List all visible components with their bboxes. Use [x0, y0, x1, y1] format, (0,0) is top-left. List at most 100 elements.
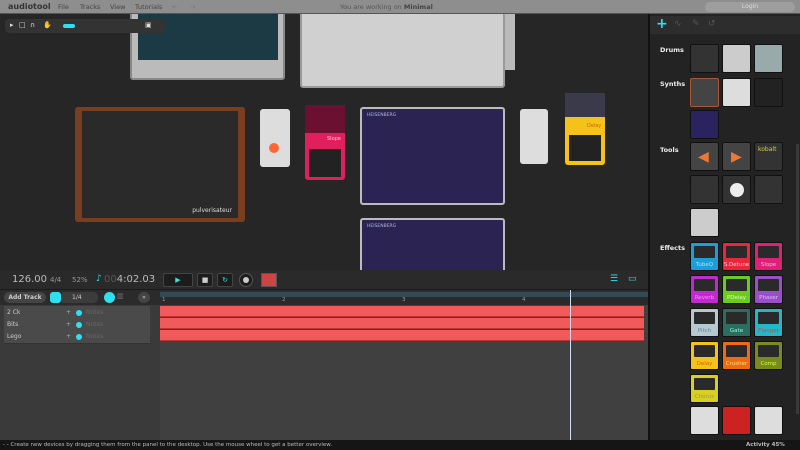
lock-icon[interactable]: ▣ — [145, 21, 152, 29]
panel-tabs: + ∿ ✎ ↺ — [650, 16, 800, 34]
effect-tile-comp[interactable]: Comp — [754, 341, 783, 370]
playhead[interactable] — [570, 290, 571, 440]
status-bar: - - Create new devices by dragging them … — [0, 440, 800, 450]
effect-tile[interactable] — [722, 406, 751, 435]
audiotool-logo: audiotool — [8, 2, 51, 11]
track-color-dot[interactable] — [76, 322, 82, 328]
add-track-button[interactable]: Add Track — [4, 292, 46, 303]
menu-file[interactable]: File — [58, 3, 69, 11]
working-prefix: You are working on — [340, 3, 402, 11]
effect-tile-delay[interactable]: Delay — [690, 341, 719, 370]
track-lanes[interactable] — [160, 290, 648, 440]
effect-tile-flanger[interactable]: Flanger — [754, 308, 783, 337]
tool-tile[interactable] — [754, 175, 783, 204]
add-icon[interactable]: + — [66, 321, 71, 328]
tool-tile[interactable] — [722, 175, 751, 204]
zoom-slider[interactable] — [63, 24, 75, 28]
splitter-device-2[interactable] — [520, 109, 548, 164]
wrench-icon[interactable]: ✎ — [692, 19, 700, 29]
effect-tile-slope[interactable]: Slope — [754, 242, 783, 271]
track-row[interactable]: Lego + Notes — [4, 330, 150, 344]
tool-tile[interactable]: ▶ — [722, 142, 751, 171]
add-icon[interactable]: + — [66, 309, 71, 316]
effect-tile[interactable] — [754, 406, 783, 435]
synth-tile[interactable] — [722, 78, 751, 107]
add-icon[interactable]: + — [66, 333, 71, 340]
tool-tile[interactable] — [690, 208, 719, 237]
folder-icon[interactable]: ▭ — [628, 274, 637, 284]
plus-icon[interactable]: + — [656, 16, 668, 32]
record-button[interactable] — [239, 273, 253, 287]
play-icon[interactable]: ▸ — [10, 21, 14, 29]
waveform-icon[interactable]: ∿ — [674, 19, 682, 29]
tool-tile[interactable]: ◀ — [690, 142, 719, 171]
desktop[interactable]: ▸ □ ∩ ✋ ▣ pulverisateur Slope HEISENBERG… — [0, 14, 648, 270]
pedal-screen — [694, 345, 715, 357]
note-clip[interactable] — [160, 330, 644, 341]
effect-tile-chorus[interactable]: Chorus — [690, 374, 719, 403]
drum-machine-tile[interactable] — [690, 44, 719, 73]
loop-button[interactable]: ↻ — [217, 273, 233, 287]
ruler-mark: 4 — [522, 297, 526, 303]
effect-tile-phaser[interactable]: Phaser — [754, 275, 783, 304]
stop-icon[interactable]: □ — [19, 21, 26, 29]
mixer-device[interactable] — [300, 14, 505, 88]
tile-label: kobalt — [758, 146, 777, 153]
menu-tracks[interactable]: Tracks — [80, 3, 100, 11]
effect-tile-pdelay[interactable]: PDelay — [722, 275, 751, 304]
snap-toggle[interactable] — [50, 292, 61, 303]
panel-scrollbar[interactable] — [796, 144, 799, 414]
slope-pedal[interactable]: Slope — [305, 105, 345, 180]
heisenberg-device-2[interactable]: HEISENBERG — [360, 218, 505, 270]
track-color-dot[interactable] — [76, 334, 82, 340]
play-button[interactable]: ▶ — [163, 273, 193, 287]
tool-tile[interactable] — [690, 175, 719, 204]
quantize-select[interactable]: 1/4 — [62, 292, 98, 303]
ruler[interactable]: 1 2 3 4 — [160, 297, 648, 305]
pedal-screen — [694, 378, 715, 390]
synth-tile[interactable] — [690, 110, 719, 139]
splitter-device[interactable] — [260, 109, 290, 167]
stop-button[interactable]: ■ — [197, 273, 213, 287]
cursor-mode-button[interactable] — [104, 292, 115, 303]
pedal-screen — [694, 279, 715, 291]
hand-icon[interactable]: ✋ — [43, 21, 52, 29]
effect-tile-tubeq[interactable]: TubeQ — [690, 242, 719, 271]
menu-tutorials[interactable]: Tutorials — [135, 3, 162, 11]
tile-label: Phaser — [759, 295, 778, 301]
synth-tile[interactable] — [690, 78, 719, 107]
synth-tile[interactable] — [754, 78, 783, 107]
tile-label: S.Detune — [723, 262, 750, 268]
mixer-mode-button[interactable]: ▥ — [117, 292, 127, 303]
track-list: 2 Ck + Notes Bits + Notes Lego + Notes — [0, 305, 160, 440]
category-drums: Drums — [660, 46, 684, 54]
effect-tile-sdetune[interactable]: S.Detune — [722, 242, 751, 271]
note-clip[interactable] — [160, 318, 644, 329]
kobalt-tile[interactable]: kobalt — [754, 142, 783, 171]
bpm-display[interactable]: 126.00 — [12, 274, 47, 285]
undo-arrow-icon[interactable]: ← — [172, 3, 177, 11]
effect-tile-crusher[interactable]: Crusher — [722, 341, 751, 370]
effect-tile[interactable] — [690, 406, 719, 435]
heisenberg-device[interactable]: HEISENBERG — [360, 107, 505, 205]
undo-icon[interactable]: ↺ — [708, 19, 716, 29]
mini-transport: ▸ □ ∩ ✋ ▣ — [5, 19, 165, 33]
redo-arrow-icon[interactable]: → — [190, 3, 195, 11]
list-icon[interactable]: ☰ — [610, 274, 618, 284]
effect-tile-pitch[interactable]: Pitch — [690, 308, 719, 337]
effect-tile-gate[interactable]: Gate — [722, 308, 751, 337]
track-color-dot[interactable] — [76, 310, 82, 316]
drum-machine-tile[interactable] — [722, 44, 751, 73]
delay-pedal[interactable]: Delay — [565, 93, 605, 165]
note-clip[interactable] — [160, 306, 644, 317]
drum-machine-tile[interactable] — [754, 44, 783, 73]
login-button[interactable]: Login — [705, 2, 795, 12]
film-strip-icon[interactable] — [261, 273, 277, 287]
menu-view[interactable]: View — [110, 3, 125, 11]
tile-label: TubeQ — [695, 262, 714, 268]
time-signature[interactable]: 4/4 — [50, 276, 61, 284]
fast-forward-button[interactable]: » — [138, 292, 150, 303]
pulverisateur-device[interactable]: pulverisateur — [75, 107, 245, 222]
effect-tile-reverb[interactable]: Reverb — [690, 275, 719, 304]
headphones-icon[interactable]: ∩ — [30, 21, 35, 29]
